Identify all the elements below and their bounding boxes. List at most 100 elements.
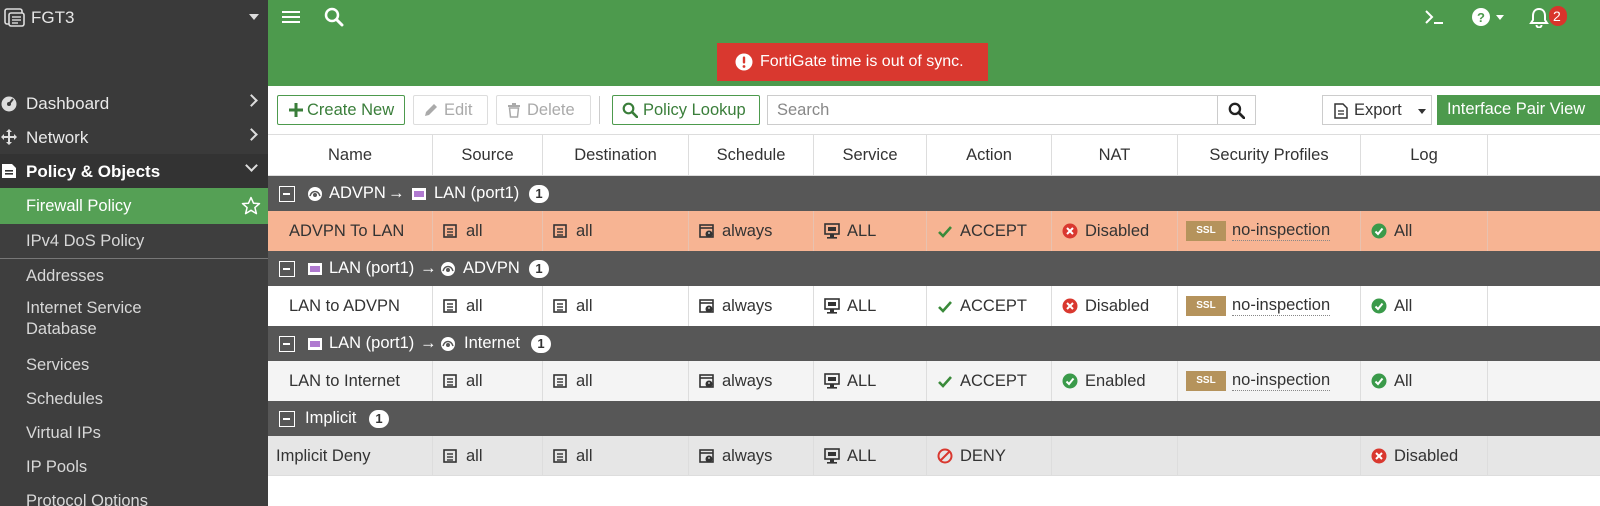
export-button[interactable]: Export [1322,95,1432,125]
nav-item-dashboard[interactable]: Dashboard [0,86,268,120]
time-sync-alert[interactable]: FortiGate time is out of sync. [717,43,988,81]
service-icon [824,298,840,314]
star-icon[interactable] [241,196,261,216]
nat-value: Disabled [1085,296,1150,315]
chevron-right-icon [245,128,258,141]
table-bottom-border [268,475,1600,476]
nav-item-policy-objects[interactable]: Policy & Objects [0,154,268,188]
edit-button[interactable]: Edit [413,95,488,125]
nav-item-label: Policy & Objects [26,162,161,181]
group-label: Implicit [305,409,357,427]
deny-icon [937,448,953,464]
column-header-name[interactable]: Name [268,135,433,176]
sidebar-item-schedules[interactable]: Schedules [0,382,268,416]
search-input[interactable] [768,96,1218,124]
column-header-source[interactable]: Source [433,135,543,176]
sidebar-item-ip-pools[interactable]: IP Pools [0,450,268,484]
sidebar-item-label: Services [26,356,90,374]
hamburger-menu-icon[interactable] [282,8,300,26]
cell-destination: all [543,211,689,251]
table-row[interactable]: ADVPN To LAN all all always ALL ACCEPT D… [268,211,1600,251]
log-value: All [1394,296,1413,315]
port-icon [308,338,322,350]
column-header-security-profiles[interactable]: Security Profiles [1178,135,1361,176]
vpn-tunnel-icon [308,187,322,201]
interface-pair-view-button[interactable]: Interface Pair View [1437,95,1600,125]
collapse-icon[interactable] [279,411,295,427]
sidebar-item-addresses[interactable]: Addresses [0,259,268,293]
arrow-right-icon: → [420,259,437,277]
profile-value[interactable]: no-inspection [1232,221,1331,241]
log-value: All [1394,371,1413,390]
source-value: all [466,446,483,465]
service-value: ALL [847,371,877,390]
cell-action: ACCEPT [927,286,1052,326]
group-from: LAN (port1) [329,334,415,352]
nav-item-network[interactable]: Network [0,120,268,154]
collapse-icon[interactable] [279,336,295,352]
group-count-badge: 1 [529,260,549,278]
sidebar-item-virtual-ips[interactable]: Virtual IPs [0,416,268,450]
column-header-action[interactable]: Action [927,135,1052,176]
group-header[interactable]: ADVPN → LAN (port1) 1 [268,176,1600,211]
pencil-icon [425,104,437,116]
sidebar-item-protocol-options[interactable]: Protocol Options [0,484,268,506]
destination-value: all [576,296,593,315]
cell-schedule: always [689,286,814,326]
sidebar-item-firewall-policy[interactable]: Firewall Policy [0,188,268,224]
address-icon [553,299,567,313]
column-header-service[interactable]: Service [814,135,927,176]
table-row[interactable]: LAN to Internet all all always ALL ACCEP… [268,361,1600,401]
log-value: All [1394,221,1413,240]
sidebar-item-internet-service-database[interactable]: Internet Service Database [0,293,268,348]
address-icon [553,374,567,388]
collapse-icon[interactable] [279,261,295,277]
sidebar-item-ipv4-dos-policy[interactable]: IPv4 DoS Policy [0,224,268,258]
service-icon [824,448,840,464]
create-new-button[interactable]: Create New [277,95,405,125]
help-icon[interactable]: ? [1471,7,1507,27]
enabled-icon [1062,373,1078,389]
group-header[interactable]: LAN (port1) → Internet 1 [268,326,1600,361]
cell-security-profiles: SSL no-inspection [1178,211,1361,251]
schedule-value: always [722,221,773,240]
cell-security-profiles: SSL no-inspection [1178,286,1361,326]
delete-button[interactable]: Delete [496,95,591,125]
destination-value: all [576,371,593,390]
schedule-value: always [722,296,773,315]
cli-console-icon[interactable] [1423,7,1447,27]
sidebar-item-services[interactable]: Services [0,348,268,382]
search-submit-button[interactable] [1217,96,1255,124]
profile-value[interactable]: no-inspection [1232,371,1331,391]
disabled-icon [1062,223,1078,239]
action-value: ACCEPT [960,371,1027,390]
nav-item-label: Dashboard [26,94,110,113]
alert-text: FortiGate time is out of sync. [760,53,964,70]
table-row[interactable]: Implicit Deny all all always ALL DENY Di… [268,436,1600,476]
address-icon [553,449,567,463]
profile-value[interactable]: no-inspection [1232,296,1331,316]
column-header-nat[interactable]: NAT [1052,135,1178,176]
group-header[interactable]: LAN (port1) → ADVPN 1 [268,251,1600,286]
cell-log: Disabled [1361,436,1488,476]
column-header-destination[interactable]: Destination [543,135,689,176]
bell-icon[interactable] [1528,6,1550,28]
table-row[interactable]: LAN to ADVPN all all always ALL ACCEPT D… [268,286,1600,326]
device-selector[interactable]: FGT3 [0,0,268,36]
dashboard-icon [1,96,17,112]
cell-action: DENY [927,436,1052,476]
policy-lookup-button[interactable]: Policy Lookup [612,95,760,125]
plus-icon [289,103,303,117]
address-icon [443,224,457,238]
column-header-log[interactable]: Log [1361,135,1488,176]
document-icon [1334,103,1348,119]
group-header[interactable]: Implicit 1 [268,401,1600,436]
notification-badge: 2 [1549,6,1567,26]
search-box [767,95,1256,125]
collapse-icon[interactable] [279,186,295,202]
schedule-value: always [722,446,773,465]
policy-toolbar: Create New Edit Delete Policy Lookup Sea… [268,86,1600,134]
column-header-schedule[interactable]: Schedule [689,135,814,176]
search-icon[interactable] [324,7,344,27]
action-value: ACCEPT [960,221,1027,240]
